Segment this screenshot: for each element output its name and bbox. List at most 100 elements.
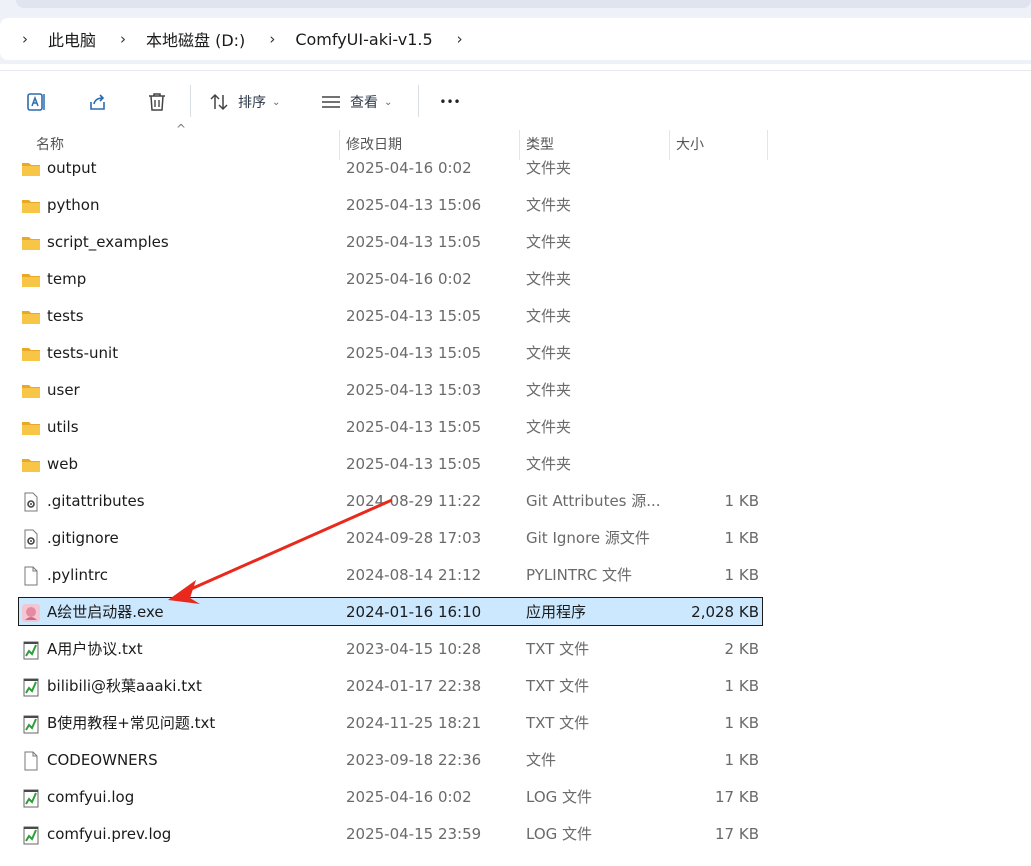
file-modified: 2024-01-16 16:10 (346, 603, 482, 621)
file-modified: 2025-04-13 15:05 (346, 344, 482, 362)
file-type: 文件夹 (526, 418, 572, 436)
file-name: comfyui.prev.log (47, 825, 172, 843)
file-row[interactable]: .pylintrc 2024-08-14 21:12 PYLINTRC 文件 1 KB (0, 557, 1031, 594)
chevron-down-icon: ⌄ (272, 96, 281, 108)
file-row[interactable]: temp 2025-04-16 0:02 文件夹 (0, 261, 1031, 298)
file-modified: 2025-04-16 0:02 (346, 159, 472, 177)
file-modified: 2025-04-13 15:05 (346, 455, 482, 473)
trash-icon (149, 93, 165, 111)
folder-icon (21, 344, 41, 364)
file-size: 1 KB (724, 529, 759, 547)
file-type: Git Attributes 源... (526, 492, 661, 510)
file-row[interactable]: utils 2025-04-13 15:05 文件夹 (0, 409, 1031, 446)
app-icon (21, 603, 41, 623)
file-modified: 2024-01-17 22:38 (346, 677, 482, 695)
file-name: A用户协议.txt (47, 640, 143, 658)
breadcrumb-this-pc[interactable]: 此电脑 (48, 27, 96, 51)
file-row[interactable]: script_examples 2025-04-13 15:05 文件夹 (0, 224, 1031, 261)
breadcrumb-folder[interactable]: ComfyUI-aki-v1.5 (295, 30, 432, 49)
file-name: script_examples (47, 233, 169, 251)
sort-ascending-icon: ^ (176, 122, 187, 136)
file-row[interactable]: bilibili@秋葉aaaki.txt 2024-01-17 22:38 TXT … (0, 668, 1031, 705)
file-modified: 2023-04-15 10:28 (346, 640, 482, 658)
text-file-icon (21, 640, 41, 660)
file-type: 文件夹 (526, 307, 572, 325)
file-row[interactable]: tests 2025-04-13 15:05 文件夹 (0, 298, 1031, 335)
more-options-button[interactable]: ••• (436, 86, 464, 118)
folder-icon (21, 196, 41, 216)
file-modified: 2025-04-13 15:05 (346, 307, 482, 325)
file-size: 1 KB (724, 492, 759, 510)
file-row[interactable]: A绘世启动器.exe 2024-01-16 16:10 应用程序 2,028 KB (0, 594, 1031, 631)
file-modified: 2025-04-13 15:06 (346, 196, 482, 214)
file-row[interactable]: A用户协议.txt 2023-04-15 10:28 TXT 文件 2 KB (0, 631, 1031, 668)
chevron-right-icon[interactable]: › (116, 30, 130, 48)
tab-edge (16, 0, 1031, 8)
file-modified: 2023-09-18 22:36 (346, 751, 482, 769)
file-type: LOG 文件 (526, 788, 593, 806)
blank-file-icon (21, 751, 41, 771)
file-row[interactable]: tests-unit 2025-04-13 15:05 文件夹 (0, 335, 1031, 372)
file-row[interactable]: CODEOWNERS 2023-09-18 22:36 文件 1 KB (0, 742, 1031, 779)
folder-icon (21, 233, 41, 253)
file-name: tests-unit (47, 344, 119, 362)
file-size: 1 KB (724, 566, 759, 584)
file-type: 文件夹 (526, 196, 572, 214)
config-file-icon (21, 492, 41, 512)
file-size: 2 KB (724, 640, 759, 658)
sort-button[interactable]: 排序 ⌄ (208, 86, 280, 118)
file-row[interactable]: B使用教程+常见问题.txt 2024-11-25 18:21 TXT 文件 1 KB (0, 705, 1031, 742)
rename-icon (27, 93, 45, 111)
text-file-icon (21, 788, 41, 808)
file-modified: 2024-08-29 11:22 (346, 492, 482, 510)
file-size: 1 KB (724, 677, 759, 695)
file-row[interactable]: .gitignore 2024-09-28 17:03 Git Ignore 源文件… (0, 520, 1031, 557)
file-row[interactable]: user 2025-04-13 15:03 文件夹 (0, 372, 1031, 409)
file-name: utils (47, 418, 79, 436)
file-row[interactable]: comfyui.prev.log 2025-04-15 23:59 LOG 文件 17… (0, 816, 1031, 853)
folder-icon (21, 418, 41, 438)
file-name: bilibili@秋葉aaaki.txt (47, 677, 202, 695)
file-modified: 2024-11-25 18:21 (346, 714, 482, 732)
chevron-right-icon[interactable]: › (18, 30, 32, 48)
rename-button[interactable] (24, 86, 50, 118)
breadcrumb: › 此电脑 › 本地磁盘 (D:) › ComfyUI-aki-v1.5 › (18, 18, 483, 60)
file-name: B使用教程+常见问题.txt (47, 714, 216, 732)
chevron-right-icon[interactable]: › (265, 30, 279, 48)
folder-icon (21, 381, 41, 401)
folder-icon (21, 307, 41, 327)
chevron-right-icon[interactable]: › (453, 30, 467, 48)
file-modified: 2024-09-28 17:03 (346, 529, 482, 547)
view-button[interactable]: 查看 ⌄ (320, 86, 392, 118)
file-type: 文件 (526, 751, 557, 769)
share-button[interactable] (86, 86, 110, 118)
file-name: comfyui.log (47, 788, 135, 806)
file-modified: 2025-04-13 15:05 (346, 418, 482, 436)
file-type: 应用程序 (526, 603, 587, 621)
file-type: 文件夹 (526, 270, 572, 288)
file-row[interactable]: comfyui.log 2025-04-16 0:02 LOG 文件 17 KB (0, 779, 1031, 816)
file-row[interactable]: output 2025-04-16 0:02 文件夹 (0, 150, 1031, 187)
toolbar-divider (418, 85, 419, 117)
breadcrumb-drive-d[interactable]: 本地磁盘 (D:) (146, 27, 245, 51)
view-label: 查看 (350, 95, 378, 111)
file-row[interactable]: .gitattributes 2024-08-29 11:22 Git Attrib… (0, 483, 1031, 520)
chevron-down-icon: ⌄ (384, 96, 393, 108)
file-row[interactable]: python 2025-04-13 15:06 文件夹 (0, 187, 1031, 224)
view-list-icon (322, 96, 340, 108)
file-name: temp (47, 270, 87, 288)
file-name: output (47, 159, 97, 177)
file-type: TXT 文件 (526, 714, 590, 732)
file-row[interactable]: web 2025-04-13 15:05 文件夹 (0, 446, 1031, 483)
file-name: .gitignore (47, 529, 119, 547)
file-type: 文件夹 (526, 455, 572, 473)
file-name: user (47, 381, 80, 399)
text-file-icon (21, 677, 41, 697)
delete-button[interactable] (145, 86, 169, 118)
file-name: CODEOWNERS (47, 751, 158, 769)
file-size: 1 KB (724, 714, 759, 732)
text-file-icon (21, 714, 41, 734)
toolbar-divider (190, 85, 191, 117)
file-name: A绘世启动器.exe (47, 603, 164, 621)
config-file-icon (21, 529, 41, 549)
